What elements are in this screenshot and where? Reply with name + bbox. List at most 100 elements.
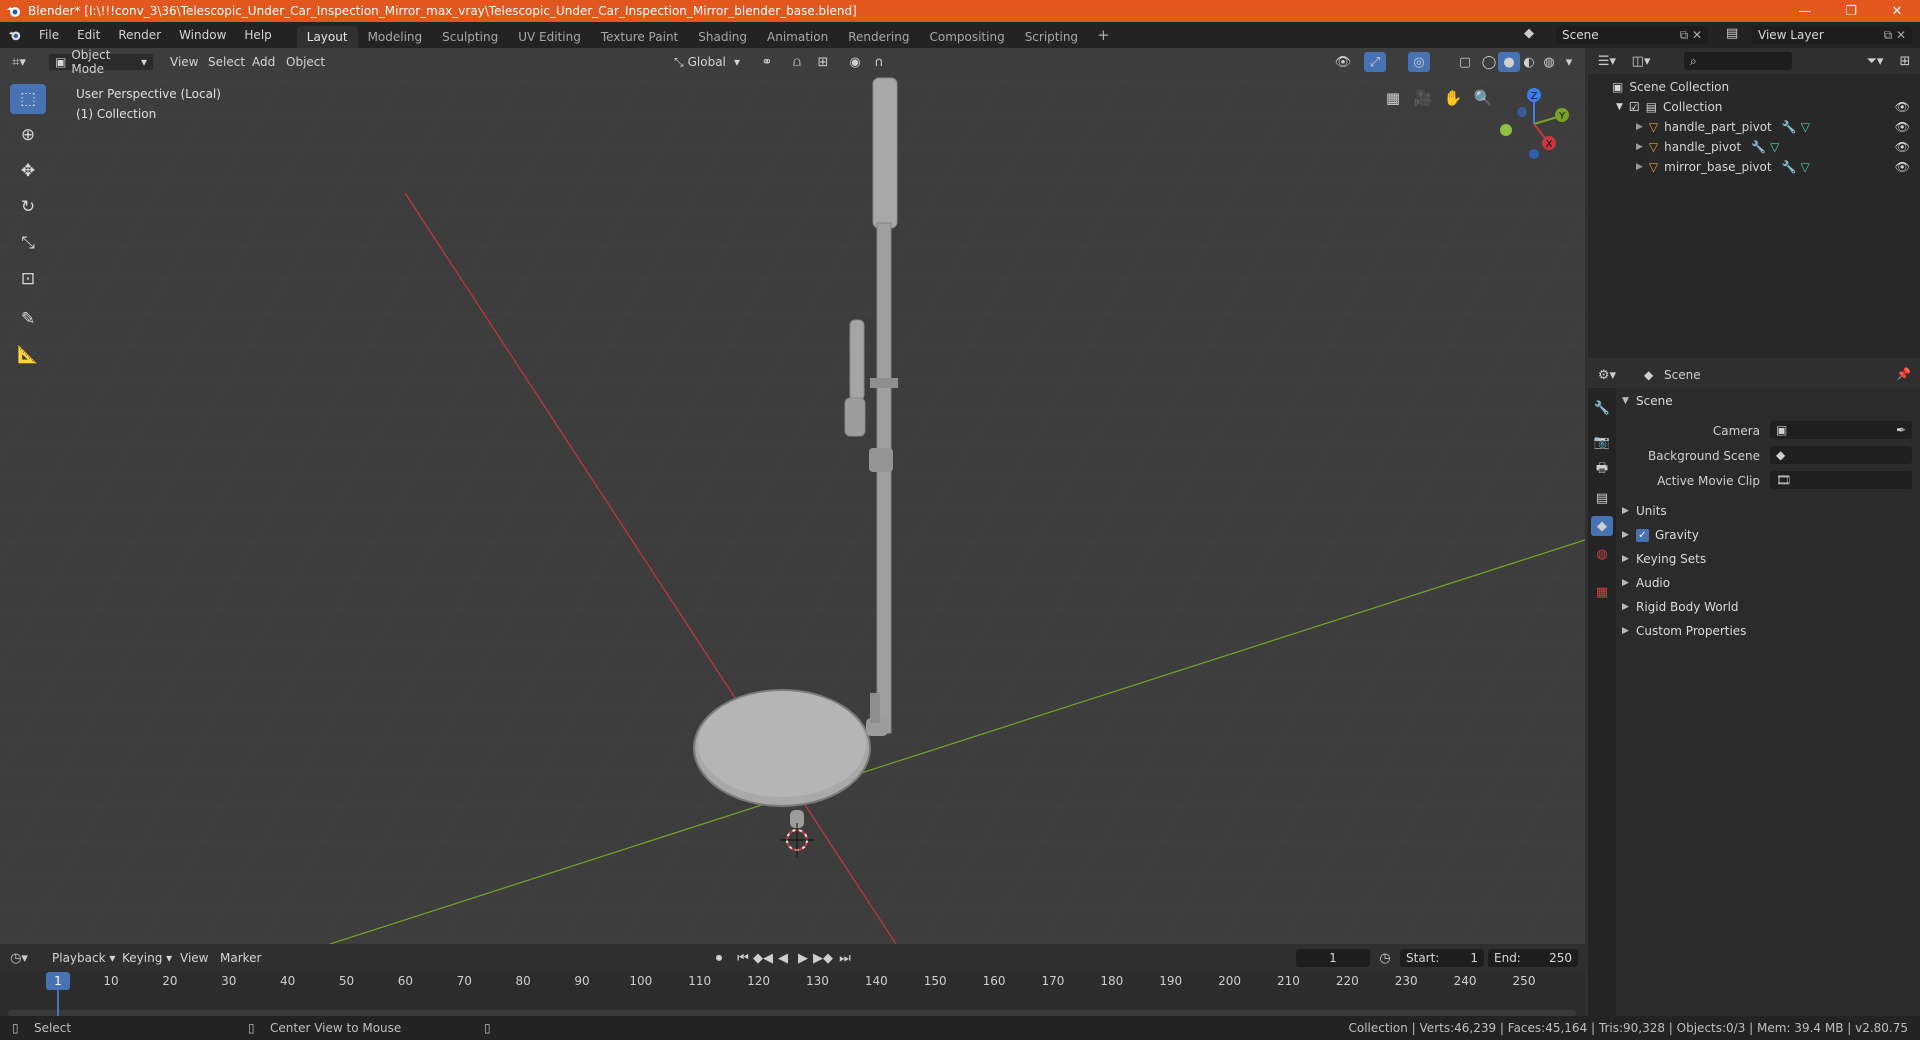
active-movie-clip-field[interactable]: 🎞 <box>1770 471 1912 489</box>
transform-orientation-dropdown[interactable]: ⤡ Global ▾ <box>668 53 746 71</box>
filter-icon[interactable]: ⏷▾ <box>1864 51 1886 71</box>
menu-window[interactable]: Window <box>170 22 235 48</box>
timeline-menu-marker[interactable]: Marker <box>214 949 267 967</box>
expand-arrow-icon[interactable]: ▶ <box>1636 122 1643 132</box>
tab-modeling[interactable]: Modeling <box>358 26 433 48</box>
expand-arrow-icon[interactable]: ▶ <box>1636 162 1643 172</box>
gravity-checkbox[interactable]: ✓ <box>1636 528 1649 542</box>
panel-keying-sets[interactable]: ▶ Keying Sets <box>1622 548 1920 570</box>
pin-icon[interactable]: 📌 <box>1896 367 1911 381</box>
end-frame-field[interactable]: End: 250 <box>1488 949 1578 967</box>
tab-uv-editing[interactable]: UV Editing <box>508 26 591 48</box>
transform-tool-icon[interactable]: ⊡ <box>10 264 46 294</box>
expand-arrow-icon[interactable]: ▶ <box>1636 142 1643 152</box>
tab-animation[interactable]: Animation <box>757 26 838 48</box>
move-tool-icon[interactable]: ✥ <box>10 156 46 186</box>
properties-editor-type-icon[interactable]: ⚙▾ <box>1596 365 1618 385</box>
outliner-item-mirror-base-pivot[interactable]: ▶ ▽ mirror_base_pivot 🔧 ▽ 👁 <box>1588 157 1920 177</box>
minimize-button[interactable]: — <box>1782 0 1828 22</box>
proportional-editing-icon[interactable]: ◉ <box>844 52 866 72</box>
overlays-toggle-icon[interactable]: ◎ <box>1408 52 1430 72</box>
shading-options-icon[interactable]: ▾ <box>1558 52 1580 72</box>
scale-tool-icon[interactable]: ⤡ <box>10 228 46 258</box>
render-tab-icon[interactable]: 📷 <box>1591 432 1613 452</box>
xray-icon[interactable]: ▢ <box>1454 52 1476 72</box>
select-box-tool-icon[interactable]: ⬚ <box>10 84 46 114</box>
menu-help[interactable]: Help <box>235 22 280 48</box>
camera-view-icon[interactable]: 🎥 <box>1412 88 1434 108</box>
view-layer-tab-icon[interactable]: ▤ <box>1591 488 1613 508</box>
3d-viewport[interactable]: ⌗▾ ▣ Object Mode ▾ View Select Add Objec… <box>0 48 1585 944</box>
tab-compositing[interactable]: Compositing <box>919 26 1014 48</box>
snap-target-icon[interactable]: ⊞ <box>812 52 834 72</box>
eye-icon[interactable]: 👁 <box>1895 100 1910 114</box>
background-scene-field[interactable]: ◆ <box>1770 446 1912 464</box>
menu-render[interactable]: Render <box>109 22 170 48</box>
maximize-button[interactable]: ❐ <box>1828 0 1874 22</box>
snap-icon[interactable]: ⩍ <box>786 52 808 72</box>
scene-tab-icon[interactable]: ◆ <box>1591 516 1613 536</box>
eye-icon[interactable]: 👁 <box>1895 120 1910 134</box>
outliner-item-handle-part-pivot[interactable]: ▶ ▽ handle_part_pivot 🔧 ▽ 👁 <box>1588 117 1920 137</box>
tab-rendering[interactable]: Rendering <box>838 26 919 48</box>
editor-type-icon[interactable]: ⌗▾ <box>8 52 30 72</box>
new-collection-icon[interactable]: ⊞ <box>1894 51 1916 71</box>
outliner-collection[interactable]: ▼ ☑ ▤ Collection 👁 <box>1588 97 1920 117</box>
eyedropper-icon[interactable]: ✒ <box>1896 423 1906 437</box>
blender-menu-icon[interactable] <box>0 28 30 42</box>
play-reverse-icon[interactable]: ◀ <box>772 948 794 968</box>
tab-sculpting[interactable]: Sculpting <box>432 26 508 48</box>
tab-shading[interactable]: Shading <box>688 26 757 48</box>
toggle-camera-grid-icon[interactable]: ▦ <box>1382 88 1404 108</box>
scene-selector[interactable]: Scene ⧉ ✕ <box>1556 26 1708 44</box>
texture-tab-icon[interactable]: ▦ <box>1591 582 1613 602</box>
outliner-editor-type-icon[interactable]: ☰▾ <box>1596 51 1618 71</box>
object-mode-dropdown[interactable]: ▣ Object Mode ▾ <box>48 48 154 76</box>
panel-gravity[interactable]: ▶ ✓ Gravity <box>1622 524 1920 546</box>
timeline-editor-type-icon[interactable]: ◷▾ <box>8 948 30 968</box>
timeline-menu-playback[interactable]: Playback ▾ <box>46 949 121 967</box>
menu-file[interactable]: File <box>30 22 68 48</box>
camera-field[interactable]: ▣ ✒ <box>1770 421 1912 439</box>
jump-end-icon[interactable]: ⏭ <box>834 948 856 968</box>
panel-units[interactable]: ▶ Units <box>1622 500 1920 522</box>
zoom-view-icon[interactable]: 🔍 <box>1472 88 1494 108</box>
panel-scene[interactable]: ▼ Scene <box>1622 390 1920 412</box>
viewport-menu-object[interactable]: Object <box>280 53 331 71</box>
tab-texture-paint[interactable]: Texture Paint <box>591 26 688 48</box>
pivot-point-icon[interactable]: ⚭ <box>756 52 778 72</box>
annotate-tool-icon[interactable]: ✎ <box>10 304 46 334</box>
outliner-scene-collection[interactable]: ▣ Scene Collection <box>1588 77 1920 97</box>
material-shading-icon[interactable]: ◐ <box>1518 52 1540 72</box>
play-icon[interactable]: ▶ <box>792 948 814 968</box>
preview-range-icon[interactable]: ◷ <box>1374 948 1396 968</box>
outliner-item-handle-pivot[interactable]: ▶ ▽ handle_pivot 🔧 ▽ 👁 <box>1588 137 1920 157</box>
visibility-icon[interactable]: 👁 <box>1332 52 1354 72</box>
viewport-menu-select[interactable]: Select <box>202 53 251 71</box>
view-layer-selector[interactable]: View Layer ⧉ ✕ <box>1752 26 1912 44</box>
navigation-gizmo[interactable]: Z Y X <box>1494 84 1574 164</box>
menu-edit[interactable]: Edit <box>68 22 109 48</box>
panel-rigid-body-world[interactable]: ▶ Rigid Body World <box>1622 596 1920 618</box>
eye-icon[interactable]: 👁 <box>1895 140 1910 154</box>
measure-tool-icon[interactable]: 📐 <box>10 340 46 370</box>
timeline-menu-view[interactable]: View <box>174 949 214 967</box>
record-icon[interactable]: ⏺ <box>708 948 730 968</box>
tab-layout[interactable]: Layout <box>296 26 358 48</box>
expand-arrow-icon[interactable]: ▼ <box>1616 102 1623 112</box>
world-tab-icon[interactable]: ◍ <box>1591 544 1613 564</box>
panel-custom-properties[interactable]: ▶ Custom Properties <box>1622 620 1920 642</box>
output-tab-icon[interactable]: 🖶 <box>1591 460 1613 480</box>
checkbox-icon[interactable]: ☑ <box>1629 100 1640 114</box>
outliner-search-input[interactable]: ⌕ <box>1684 52 1792 70</box>
display-mode-icon[interactable]: ◫▾ <box>1630 51 1652 71</box>
panel-audio[interactable]: ▶ Audio <box>1622 572 1920 594</box>
falloff-icon[interactable]: ∩ <box>868 52 890 72</box>
rotate-tool-icon[interactable]: ↻ <box>10 192 46 222</box>
current-frame-field[interactable]: 1 <box>1296 949 1370 967</box>
viewport-menu-view[interactable]: View <box>164 53 204 71</box>
add-workspace-button[interactable]: + <box>1088 22 1119 48</box>
timeline-menu-keying[interactable]: Keying ▾ <box>116 949 178 967</box>
eye-icon[interactable]: 👁 <box>1895 160 1910 174</box>
prev-keyframe-icon[interactable]: ◆◀ <box>752 948 774 968</box>
